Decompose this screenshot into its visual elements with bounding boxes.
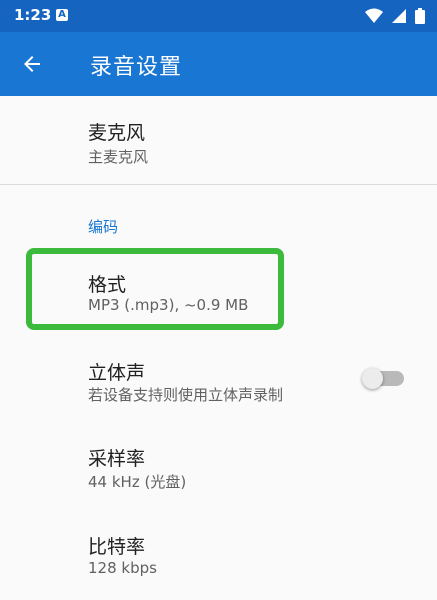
stereo-toggle[interactable] — [362, 368, 406, 390]
status-bar: 1:23 A — [0, 0, 437, 32]
signal-icon — [392, 9, 406, 23]
pref-sample-rate-title: 采样率 — [88, 448, 146, 470]
battery-icon — [415, 8, 425, 24]
arrow-back-icon — [24, 56, 40, 72]
wifi-icon — [365, 8, 383, 23]
pref-sample-rate-summary: 44 kHz (光盘) — [88, 473, 187, 491]
highlight-box — [26, 248, 284, 330]
pref-bit-rate-title: 比特率 — [88, 536, 146, 558]
pref-sample-rate[interactable]: 采样率 44 kHz (光盘) — [0, 426, 437, 506]
pref-bit-rate-summary: 128 kbps — [88, 559, 157, 577]
status-icons — [365, 8, 425, 24]
back-button[interactable] — [14, 46, 50, 82]
pref-microphone-summary: 主麦克风 — [88, 148, 149, 166]
pref-microphone-title: 麦克风 — [88, 122, 146, 144]
pref-bit-rate[interactable]: 比特率 128 kbps — [0, 514, 437, 600]
page-title: 录音设置 — [90, 55, 183, 80]
notification-icon: A — [56, 9, 68, 21]
stereo-toggle-thumb — [362, 368, 383, 389]
pref-stereo-summary: 若设备支持则使用立体声录制 — [88, 386, 284, 404]
status-time: 1:23 — [14, 6, 52, 24]
category-encoding: 编码 — [88, 218, 119, 236]
pref-microphone[interactable]: 麦克风 主麦克风 — [0, 96, 437, 184]
pref-stereo-title: 立体声 — [88, 362, 146, 384]
divider — [0, 184, 437, 185]
app-bar: 录音设置 — [0, 32, 437, 96]
